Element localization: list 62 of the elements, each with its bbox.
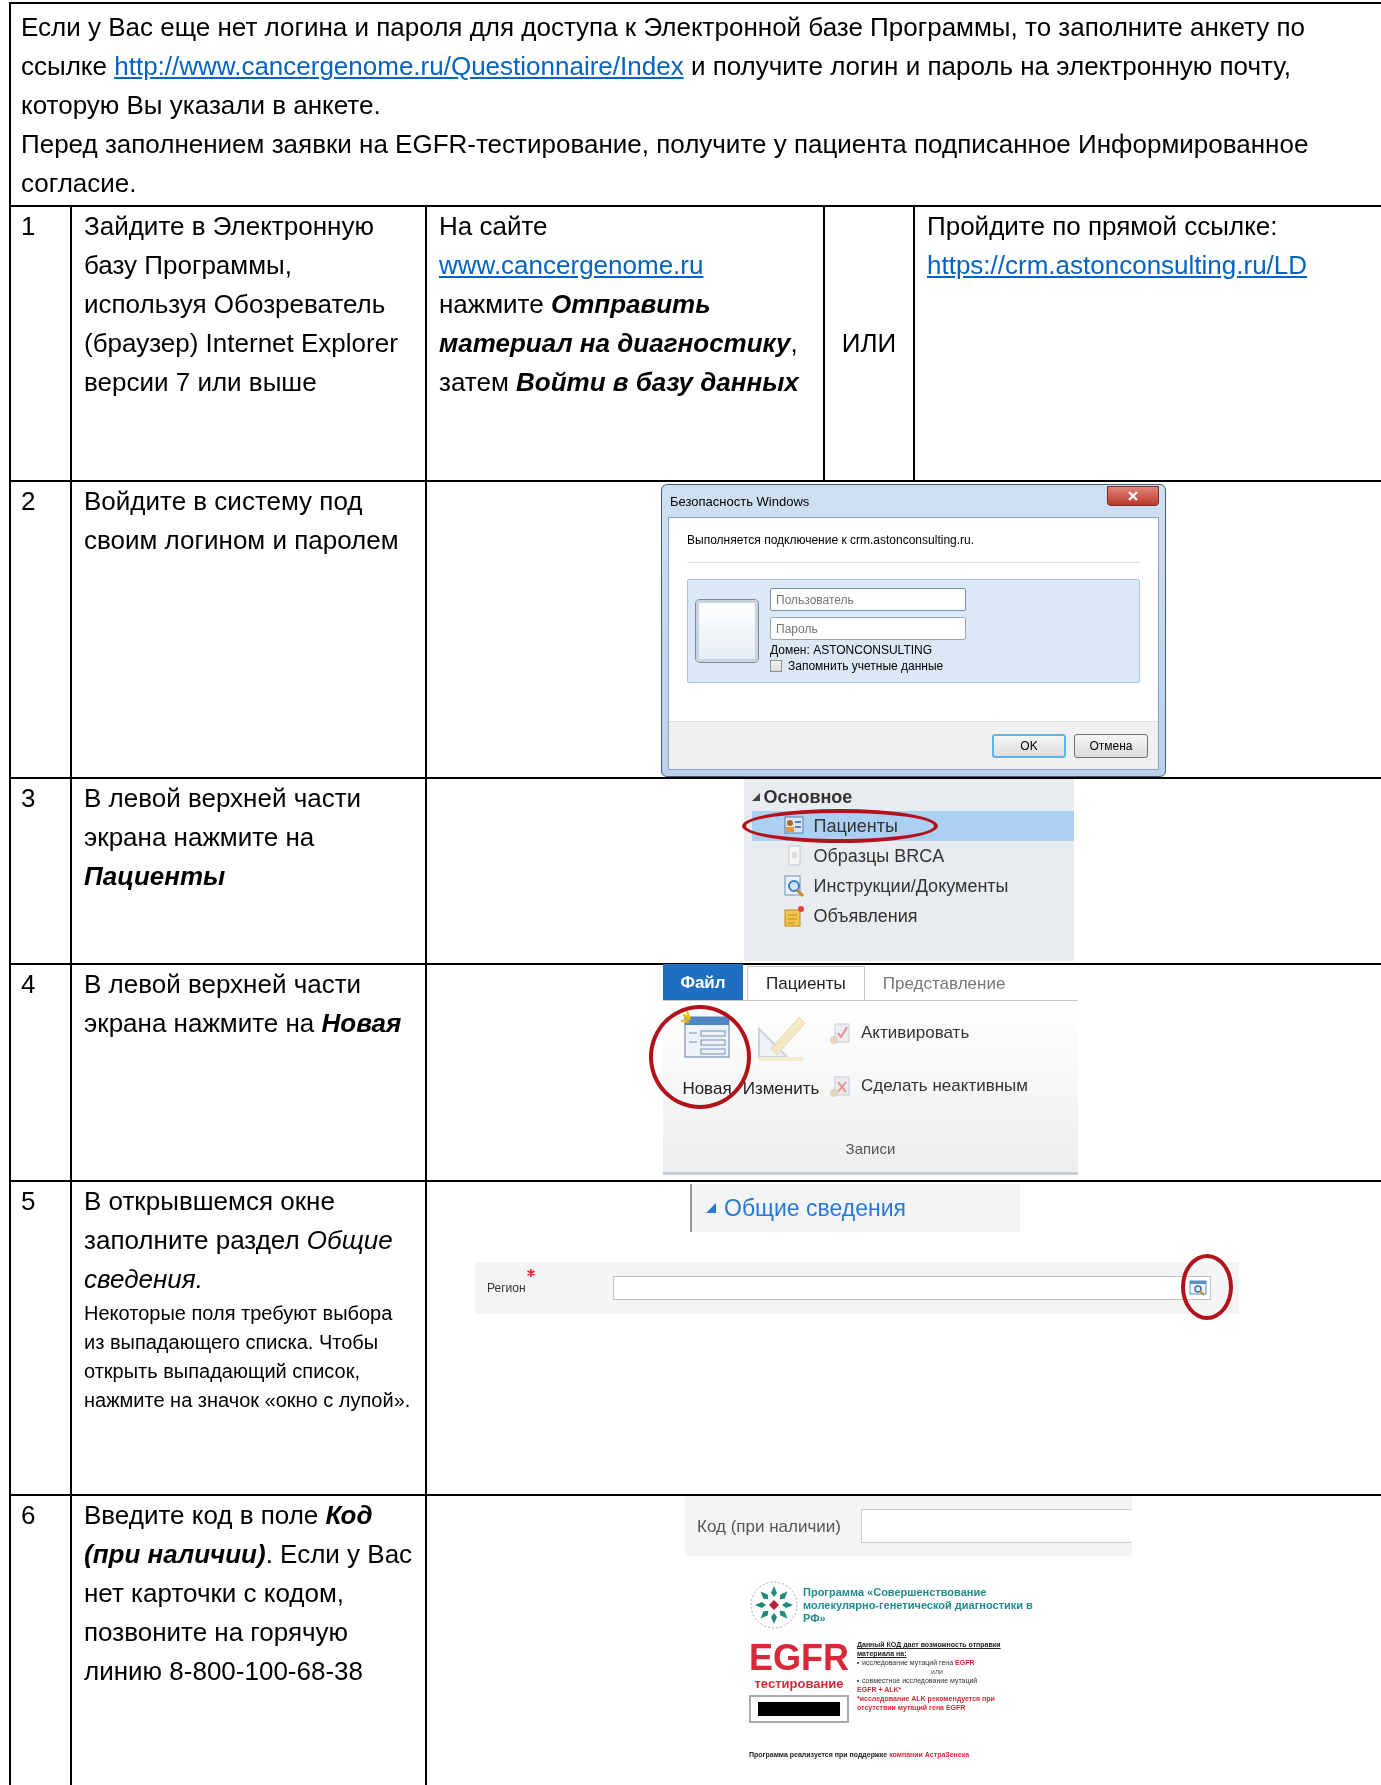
notepad-icon	[781, 904, 806, 928]
menu-heading: Основное	[763, 787, 853, 807]
dialog-title: Безопасность Windows	[669, 493, 810, 510]
close-icon	[1127, 491, 1139, 501]
user-tile	[696, 600, 758, 662]
file-tab[interactable]: Файл	[663, 964, 743, 1000]
step-number: 5	[21, 1186, 36, 1216]
step-number: 1	[21, 211, 36, 241]
step-instruction: Некоторые поля требуют выбора из выпадающего списка. Чтобы открыть выпадающий список, нажмите на значок «окно с лупой».	[84, 1301, 412, 1413]
intro-paragraph: Если у Вас еще нет логина и пароля для доступа к Электронной базе Программы, то заполните анкету по ссылке http://www.cancergenome.ru/Questionnaire/Index и получите логин и пароль на электронную почту, которую Вы указали в анкете.	[21, 11, 1307, 122]
link[interactable]: https://crm.astonconsulting.ru/LD	[927, 250, 1308, 280]
checkbox-label: Запомнить учетные данные	[788, 658, 944, 674]
collapse-triangle-icon	[751, 793, 760, 801]
menu-item[interactable]: Образцы BRCA	[751, 841, 1074, 871]
step-instruction: Введите код в поле Код (при наличии). Если у Вас нет карточки с кодом, позвоните на горячую линию 8-800-100-68-38	[84, 1499, 413, 1688]
step-instruction: На сайте www.cancergenome.ru нажмите Отправить материал на диагностику, затем Войти в базу данных	[439, 210, 801, 399]
group-label: Записи	[844, 1139, 897, 1159]
link[interactable]: http://www.cancergenome.ru/Questionnaire/Index	[114, 51, 684, 81]
step-number: 3	[21, 783, 36, 813]
separator-text: ИЛИ	[841, 328, 897, 358]
lookup-button[interactable]	[1188, 1279, 1208, 1297]
section-header[interactable]: Общие сведения	[690, 1184, 1020, 1232]
ribbon-tab[interactable]: Пациенты	[747, 966, 865, 1000]
step-instruction: Войдите в систему под своим логином и паролем	[84, 485, 400, 557]
step-instruction: В левой верхней части экрана нажмите на Новая	[84, 968, 403, 1040]
step-instruction: В открывшемся окне заполните раздел Общие сведения.	[84, 1185, 394, 1296]
menu-item[interactable]: Инструкции/Документы	[751, 871, 1074, 901]
step-instruction: В левой верхней части экрана нажмите на Пациенты	[84, 782, 363, 893]
dialog-button[interactable]: Отмена	[1074, 733, 1148, 758]
menu-item[interactable]: Объявления	[751, 901, 1074, 931]
star-emblem-logo	[749, 1580, 799, 1630]
program-title: Программа «Совершенствование молекулярно-генетической диагностики в РФ»	[803, 1585, 1034, 1625]
intro-paragraph: Перед заполнением заявки на EGFR-тестирование, получите у пациента подписанное Информированное согласие.	[21, 128, 1310, 200]
ribbon-tab[interactable]: Представление	[864, 966, 1024, 1000]
ribbon-button[interactable]: Новая	[671, 1009, 743, 1129]
field-label: Код (при наличии)	[697, 1515, 841, 1538]
magnifier-document-icon	[781, 874, 806, 898]
menu-item[interactable]: Пациенты	[751, 811, 1074, 841]
test-subtitle: тестирование	[754, 1676, 844, 1691]
username-field[interactable]: Пользователь	[770, 588, 966, 611]
collapse-triangle-icon	[706, 1203, 716, 1213]
ribbon-button[interactable]: Изменить	[745, 1009, 817, 1129]
test-name: EGFR	[749, 1640, 849, 1676]
close-button[interactable]	[1107, 486, 1159, 506]
step-number: 6	[21, 1500, 36, 1530]
remember-checkbox[interactable]	[770, 660, 782, 672]
code-field[interactable]	[860, 1509, 1132, 1543]
step-instruction: Пройдите по прямой ссылке: https://crm.astonconsulting.ru/LD	[927, 210, 1309, 282]
link[interactable]: www.cancergenome.ru	[439, 250, 704, 280]
ribbon-button[interactable]: Активировать	[829, 1013, 1028, 1052]
region-field[interactable]	[613, 1276, 1211, 1300]
password-field[interactable]: Пароль	[770, 617, 966, 640]
step-instruction: Зайдите в Электронную базу Программы, используя Обозреватель (браузер) Internet Explorer версии 7 или выше	[84, 210, 399, 399]
step-number: 2	[21, 486, 36, 516]
field-label: Регион	[487, 1279, 526, 1297]
lookup-icon	[1189, 1280, 1207, 1296]
step-number: 4	[21, 969, 36, 999]
ribbon-button[interactable]: Сделать неактивным	[829, 1066, 1028, 1105]
highlight-circle	[1181, 1254, 1233, 1320]
dialog-message: Выполняется подключение к crm.astonconsulting.ru.	[687, 532, 976, 548]
domain-text: Домен: ASTONCONSULTING	[770, 642, 934, 658]
dialog-button[interactable]: OK	[992, 733, 1066, 758]
